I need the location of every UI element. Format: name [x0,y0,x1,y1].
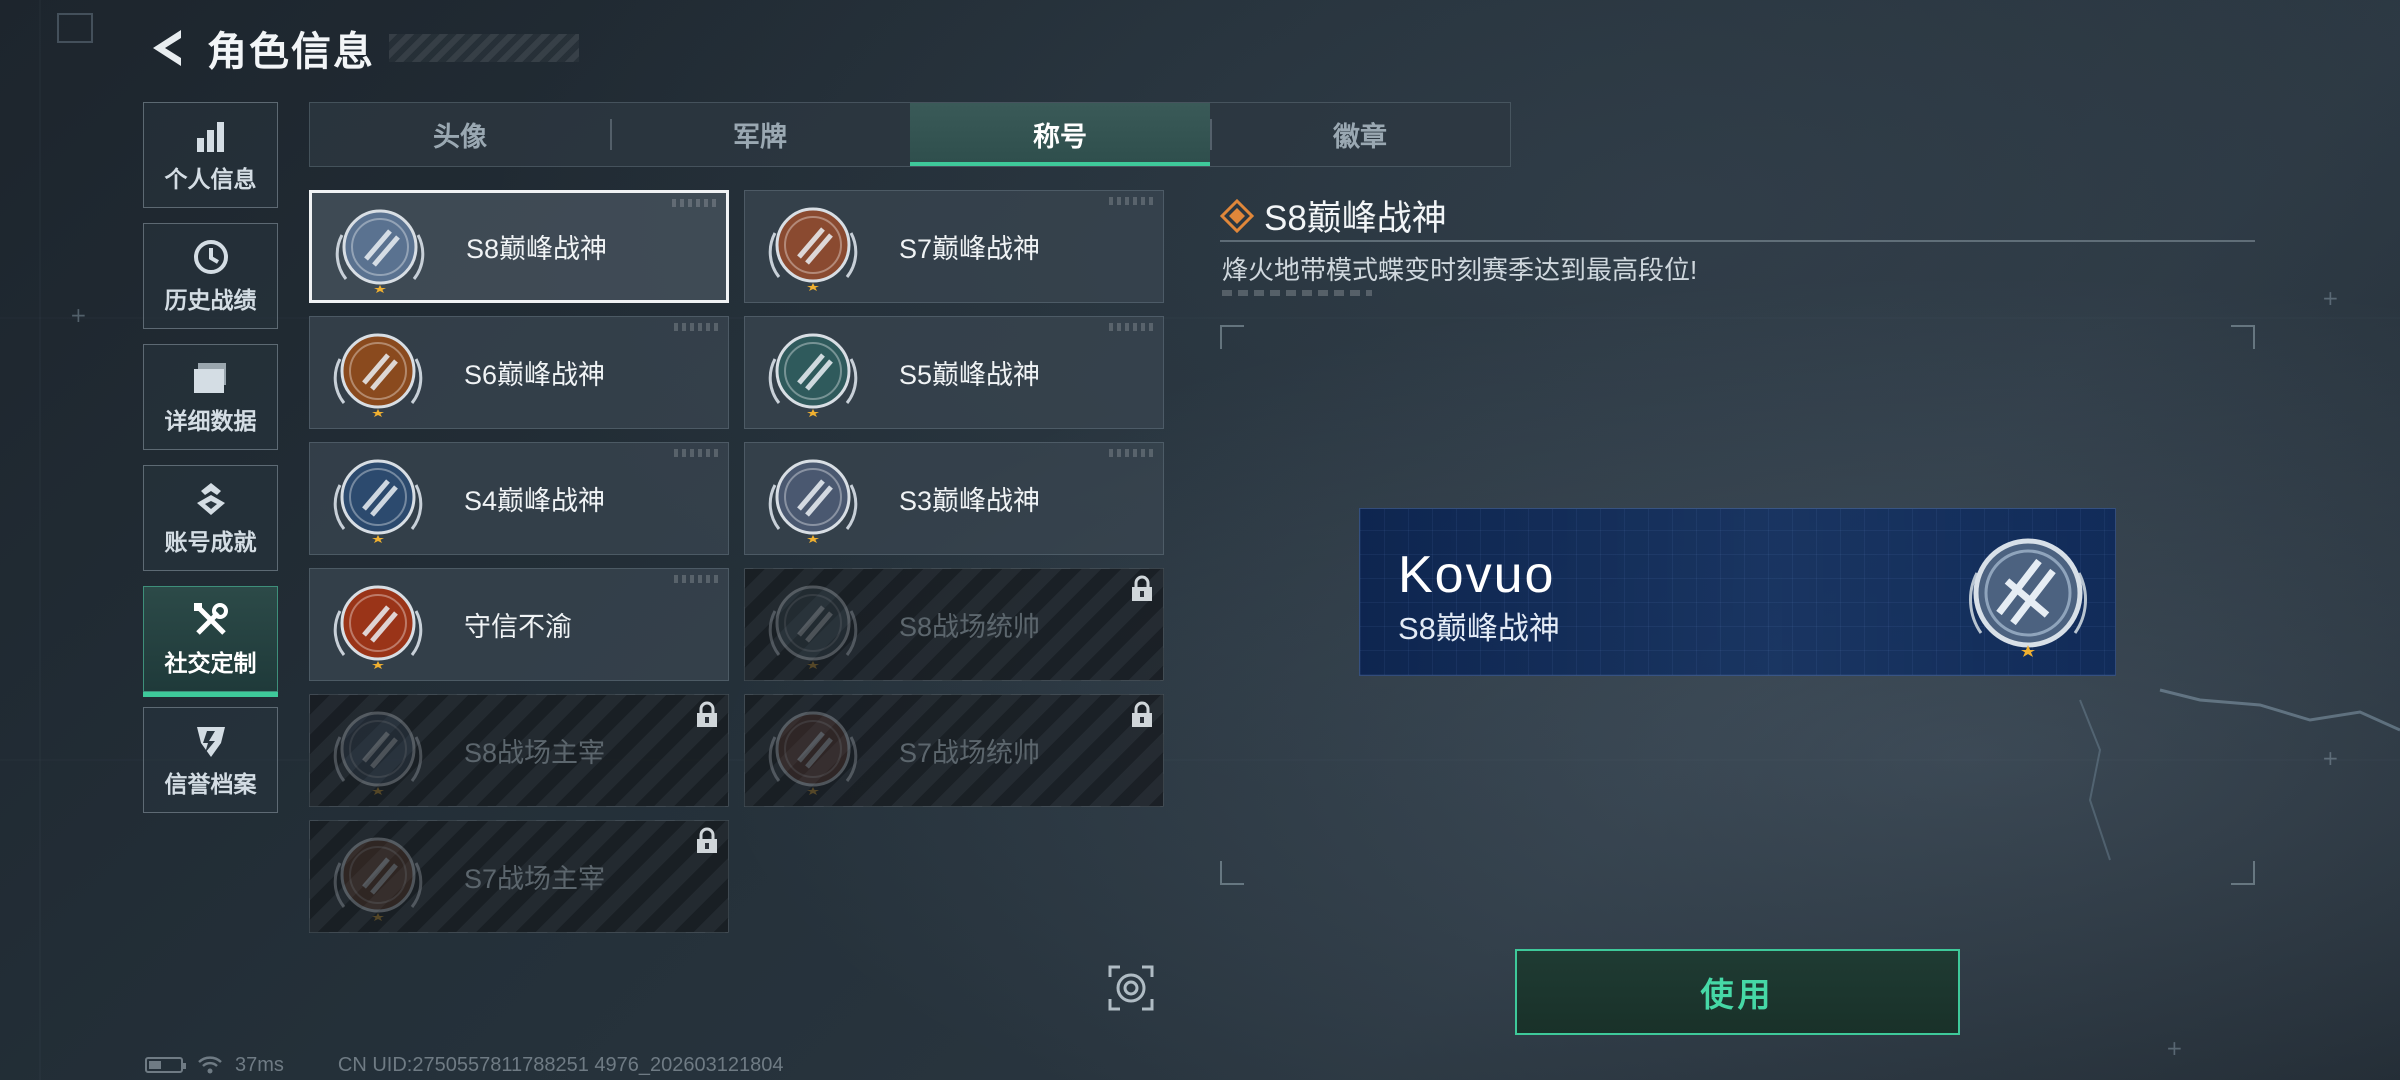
preview-title: S8巅峰战神 [1398,611,1560,646]
diver-skull-icon [768,333,858,417]
card-decoration [1109,323,1155,331]
nav-label: 历史战绩 [164,287,257,313]
title-card[interactable]: S7战场统帅 [744,694,1164,807]
s8-emblem-icon [1969,538,2087,657]
vehicle-emblem-icon [768,711,858,795]
nav-label: 账号成就 [164,529,257,555]
title-card-name: S8战场主宰 [464,738,606,768]
title-card[interactable]: S5巅峰战神 [744,316,1164,429]
title-card-name: 守信不渝 [464,612,572,642]
ping-text: 37ms [235,1053,284,1076]
status-bar: 37ms CN UID:2750557811788251 4976_202603… [145,1052,783,1078]
t-emblem-icon [333,333,423,417]
nav-label: 详细数据 [164,408,257,434]
card-decoration [1109,197,1155,205]
use-button-label: 使用 [1700,976,1775,1013]
wrench-tools-icon [191,600,231,640]
card-decoration [1109,449,1155,457]
player-name: Kovuo [1398,546,1556,604]
nav-item-social-custom[interactable]: 社交定制 [143,586,278,697]
bar-chart-icon [191,116,231,156]
title-card[interactable]: S8战场统帅 [744,568,1164,681]
lock-icon [697,827,717,853]
battery-icon [145,1057,186,1073]
card-decoration [672,199,718,207]
camera-icon[interactable] [1106,963,1156,1013]
nav-label: 信誉档案 [164,771,257,797]
back-button[interactable] [145,26,189,70]
title-card-name: S3巅峰战神 [899,486,1041,516]
tab-badge[interactable]: 徽章 [1210,103,1510,166]
nav-item-credit[interactable]: 信誉档案 [143,707,278,813]
title-card-name: S8巅峰战神 [466,234,608,264]
page-title: 角色信息 [207,30,375,74]
title-card-name: S6巅峰战神 [464,360,606,390]
lock-icon [1132,575,1152,601]
title-preview-banner: Kovuo S8巅峰战神 [1359,508,2116,676]
s8-emblem-icon [335,209,425,293]
detail-header: S8巅峰战神 [1220,190,1447,241]
use-button[interactable]: 使用 [1515,949,1960,1035]
nav-label: 社交定制 [164,650,257,676]
title-card[interactable]: S6巅峰战神 [309,316,729,429]
title-card[interactable]: S7巅峰战神 [744,190,1164,303]
globe-emblem-icon [768,459,858,543]
detail-title: S8巅峰战神 [1264,199,1447,238]
title-card[interactable]: 守信不渝 [309,568,729,681]
title-card[interactable]: S8巅峰战神 [309,190,729,303]
header: 角色信息 [145,22,579,74]
gun-emblem-icon [768,207,858,291]
uid-text: CN UID:2750557811788251 4976_20260312180… [337,1053,784,1076]
nav-item-achievement[interactable]: 账号成就 [143,465,278,571]
helmet-emblem-icon [333,459,423,543]
scales-emblem-icon [333,585,423,669]
category-tabs: 头像 军牌 称号 徽章 [309,102,1511,167]
title-card[interactable]: S7战场主宰 [309,820,729,933]
svg-text:+: + [2166,1036,2183,1060]
soldier-emblem-icon [333,837,423,921]
title-card[interactable]: S8战场主宰 [309,694,729,807]
svg-text:+: + [2322,286,2339,310]
tab-title[interactable]: 称号 [910,103,1210,166]
folder-icon [191,358,231,398]
title-card[interactable]: S4巅峰战神 [309,442,729,555]
title-card-name: S7战场统帅 [899,738,1041,768]
svg-text:+: + [2322,746,2339,770]
tab-dogtag[interactable]: 军牌 [610,103,910,166]
nav-item-history[interactable]: 历史战绩 [143,223,278,329]
nav-label: 个人信息 [164,166,257,192]
lock-icon [697,701,717,727]
back-arrow-icon [153,30,181,66]
lock-icon [1132,701,1152,727]
nav-item-detail-data[interactable]: 详细数据 [143,344,278,450]
title-card-name: S8战场统帅 [899,612,1041,642]
nav-item-personal-info[interactable]: 个人信息 [143,102,278,208]
title-card-name: S7战场主宰 [464,864,606,894]
detail-description: 烽火地带模式蝶变时刻赛季达到最高段位! [1222,255,1698,285]
credit-shield-icon [191,721,231,761]
title-card-name: S4巅峰战神 [464,486,606,516]
svg-text:+: + [70,303,87,327]
title-card-name: S7巅峰战神 [899,234,1041,264]
card-decoration [674,323,720,331]
history-clock-icon [191,237,231,277]
side-nav: 个人信息 历史战绩 详细数据 账号成就 社交定制 信誉档案 [143,102,280,828]
title-card-name: S5巅峰战神 [899,360,1041,390]
building-emblem-icon [333,711,423,795]
achievement-icon [191,479,231,519]
title-decoration [389,34,579,62]
description-decoration [1222,290,1372,296]
wifi-icon [198,1056,222,1074]
title-card[interactable]: S3巅峰战神 [744,442,1164,555]
card-decoration [674,575,720,583]
tab-avatar[interactable]: 头像 [310,103,610,166]
diamond-icon [1220,198,1254,233]
tank-emblem-icon [768,585,858,669]
card-decoration [674,449,720,457]
divider [1220,240,2255,242]
